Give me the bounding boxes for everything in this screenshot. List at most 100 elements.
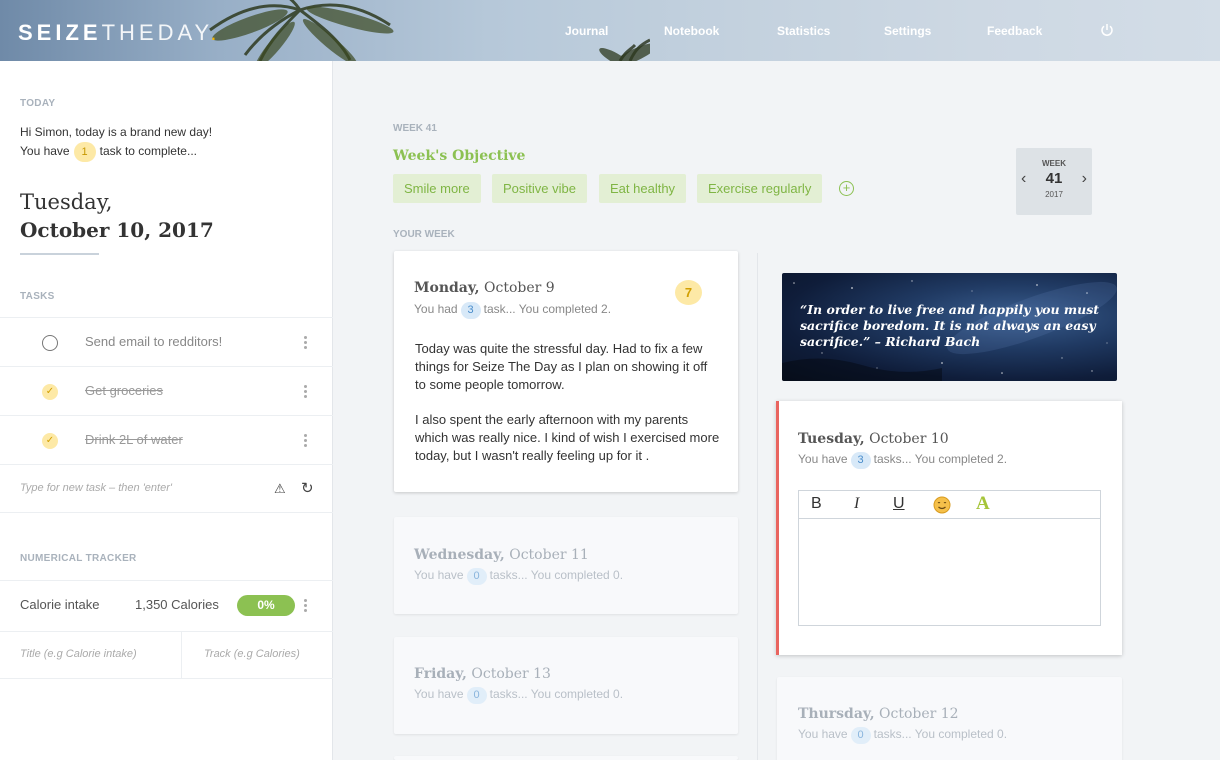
day-card-wednesday[interactable]: Wednesday, October 11 You have 0 tasks... … <box>394 517 738 614</box>
column-divider <box>757 253 758 760</box>
journal-paragraph: Today was quite the stressful day. Had t… <box>415 341 708 392</box>
italic-button[interactable]: I <box>854 495 859 513</box>
day-card-friday[interactable]: Friday, October 13 You have 0 tasks... You… <box>394 637 738 734</box>
summary-suffix: tasks... You completed 0. <box>873 727 1008 741</box>
task-count-badge: 1 <box>73 142 96 162</box>
left-sidebar: TODAY Hi Simon, today is a brand new day… <box>0 61 333 760</box>
day-date: October 10 <box>869 431 949 447</box>
nav-feedback[interactable]: Feedback <box>987 24 1042 38</box>
app-logo[interactable]: SEIZETHEDAY. <box>18 20 220 46</box>
day-card-thursday[interactable]: Thursday, October 12 You have 0 tasks... Y… <box>777 677 1122 760</box>
tracker-value: 1,350 Calories <box>135 597 219 612</box>
week-label: WEEK 41 <box>393 123 437 134</box>
day-date: October 9 <box>484 280 555 296</box>
summary-suffix: tasks... You completed 2. <box>873 452 1008 466</box>
day-date: October 13 <box>471 666 551 682</box>
task-count-badge: 0 <box>466 687 487 704</box>
emoji-icon[interactable] <box>933 496 951 514</box>
task-count-badge: 3 <box>850 452 871 469</box>
new-task-input[interactable]: Type for new task – then 'enter' <box>20 482 172 494</box>
logo-dot: . <box>210 20 221 45</box>
journal-editor[interactable]: B I U A <box>798 490 1101 626</box>
today-label: TODAY <box>20 98 56 109</box>
week-year: 2017 <box>1045 190 1063 199</box>
day-summary: You had 3 task... You completed 2. <box>414 302 611 319</box>
bold-button[interactable]: B <box>811 495 822 513</box>
day-card-partial[interactable] <box>394 756 738 760</box>
summary-suffix: tasks... You completed 0. <box>489 687 624 701</box>
task-count-badge: 3 <box>460 302 481 319</box>
day-name: Tuesday, <box>798 431 865 447</box>
quote-banner: “In order to live free and happily you m… <box>782 273 1117 381</box>
summary-suffix: task... You completed 2. <box>483 302 612 316</box>
task-row[interactable]: ✓ Drink 2L of water <box>0 416 333 464</box>
objective-chip[interactable]: Exercise regularly <box>697 174 823 203</box>
tracker-track-input[interactable]: Track (e.g Calories) <box>204 648 300 660</box>
quote-text: “In order to live free and happily you m… <box>800 302 1100 349</box>
task-checkbox-empty[interactable] <box>42 335 58 351</box>
add-objective-icon[interactable]: + <box>839 181 854 196</box>
task-count-badge: 0 <box>850 727 871 744</box>
underline-button[interactable]: U <box>893 495 905 513</box>
divider <box>181 632 182 679</box>
summary-prefix: You have <box>798 452 848 466</box>
logo-part-theday: THEDAY <box>101 20 211 45</box>
summary-prefix: You have <box>414 568 464 582</box>
day-name: Monday, <box>414 280 480 296</box>
nav-journal[interactable]: Journal <box>565 24 608 38</box>
task-summary: You have 1 task to complete... <box>20 142 197 162</box>
nav-notebook[interactable]: Notebook <box>664 24 719 38</box>
day-title: Friday, October 13 <box>414 666 551 682</box>
summary-prefix: You have <box>414 687 464 701</box>
day-summary: You have 0 tasks... You completed 0. <box>414 568 623 585</box>
summary-suffix: tasks... You completed 0. <box>489 568 624 582</box>
power-icon[interactable] <box>1100 23 1114 37</box>
week-number: 41 <box>1045 170 1063 187</box>
greeting-text: Hi Simon, today is a brand new day! <box>20 125 213 139</box>
week-selector-label: WEEK <box>1042 159 1066 168</box>
chevron-left-icon[interactable]: ‹ <box>1021 170 1026 188</box>
task-checkbox-checked-icon[interactable]: ✓ <box>42 384 58 400</box>
summary-prefix: You have <box>798 727 848 741</box>
day-summary: You have 3 tasks... You completed 2. <box>798 452 1007 469</box>
task-menu-icon[interactable] <box>304 336 308 350</box>
date-weekday: Tuesday, <box>20 190 113 214</box>
logo-part-seize: SEIZE <box>18 20 102 45</box>
task-row[interactable]: ✓ Get groceries <box>0 367 333 415</box>
day-title: Wednesday, October 11 <box>414 547 589 563</box>
tracker-percent-badge: 0% <box>237 595 295 616</box>
warning-icon[interactable]: ⚠ <box>274 481 286 497</box>
day-title: Monday, October 9 <box>414 280 555 296</box>
refresh-icon[interactable]: ↻ <box>301 479 314 497</box>
task-checkbox-checked-icon[interactable]: ✓ <box>42 433 58 449</box>
task-text: Drink 2L of water <box>85 432 183 447</box>
task-row[interactable]: Send email to redditors! <box>0 318 333 366</box>
day-name: Wednesday, <box>414 547 505 563</box>
nav-statistics[interactable]: Statistics <box>777 24 830 38</box>
objective-chip[interactable]: Smile more <box>393 174 481 203</box>
day-title: Tuesday, October 10 <box>798 431 949 447</box>
task-menu-icon[interactable] <box>304 434 308 448</box>
day-score-badge: 7 <box>675 280 702 305</box>
date-full: October 10, 2017 <box>20 218 214 242</box>
nav-settings[interactable]: Settings <box>884 24 931 38</box>
task-summary-suffix: task to complete... <box>99 144 197 158</box>
summary-prefix: You had <box>414 302 458 316</box>
divider <box>0 464 333 465</box>
week-selector: WEEK 41 2017 ‹ › <box>1016 148 1092 215</box>
text-color-button[interactable]: A <box>976 493 990 515</box>
your-week-label: YOUR WEEK <box>393 229 455 240</box>
day-title: Thursday, October 12 <box>798 706 959 722</box>
divider <box>0 678 333 679</box>
tracker-title-input[interactable]: Title (e.g Calorie intake) <box>20 648 137 660</box>
objective-title: Week's Objective <box>393 148 526 164</box>
task-text: Get groceries <box>85 383 164 398</box>
objective-chip[interactable]: Eat healthy <box>599 174 687 203</box>
day-summary: You have 0 tasks... You completed 0. <box>414 687 623 704</box>
objective-chip[interactable]: Positive vibe <box>492 174 587 203</box>
tracker-menu-icon[interactable] <box>304 599 308 613</box>
chevron-right-icon[interactable]: › <box>1082 170 1087 188</box>
task-count-badge: 0 <box>466 568 487 585</box>
task-menu-icon[interactable] <box>304 385 308 399</box>
top-header: SEIZETHEDAY. Journal Notebook Statistics… <box>0 0 1220 61</box>
